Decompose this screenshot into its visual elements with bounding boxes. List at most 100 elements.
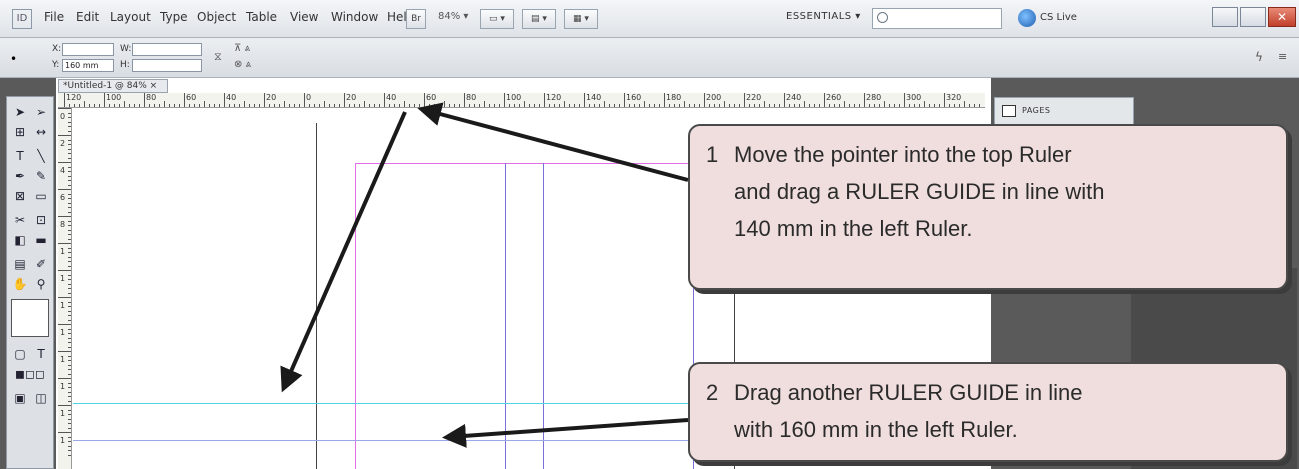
- scale-y-icon[interactable]: ⊗ ⩓: [234, 59, 251, 70]
- cs-live-icon[interactable]: [1018, 9, 1036, 27]
- top-ruler-tick-mark: [279, 104, 280, 107]
- top-ruler[interactable]: 120 100 80 60 40 20 0 20 40 60 80 100 120 140 160 180 20…: [58, 93, 985, 108]
- search-input[interactable]: [872, 8, 1002, 29]
- note-tool-icon[interactable]: ▤: [10, 255, 30, 273]
- scale-x-icon[interactable]: ⊼ ⩓: [234, 43, 250, 54]
- y-field[interactable]: 160 mm: [62, 59, 114, 72]
- document-tab[interactable]: *Untitled-1 @ 84% ×: [58, 79, 168, 93]
- left-ruler[interactable]: 0 2 4 6 8 1 1 1 1 1 1 1 1: [58, 108, 72, 469]
- close-icon: ✕: [1276, 10, 1288, 24]
- bridge-button[interactable]: Br: [406, 9, 426, 29]
- line-tool-icon[interactable]: ╲: [31, 147, 51, 165]
- workspace-switcher[interactable]: ESSENTIALS ▾: [786, 11, 861, 22]
- left-ruler-tick-mark: [68, 288, 71, 289]
- top-ruler-tick-mark: [459, 104, 460, 107]
- eyedropper-tool-icon[interactable]: ✐: [31, 255, 51, 273]
- arrange-documents-button[interactable]: ▦ ▾: [564, 9, 598, 29]
- left-ruler-tick-mark: [68, 310, 71, 312]
- left-ruler-tick-mark: [68, 346, 71, 348]
- preview-view-icon[interactable]: ◫: [31, 389, 51, 407]
- top-ruler-tick-mark: [889, 104, 890, 107]
- left-ruler-tick-mark: [68, 315, 71, 316]
- minimize-button[interactable]: [1212, 7, 1238, 27]
- panel-menu-icon[interactable]: ≡: [1278, 50, 1287, 63]
- selection-tool-icon[interactable]: ➤: [10, 103, 30, 121]
- top-ruler-tick-label: 80: [466, 93, 477, 102]
- pencil-tool-icon[interactable]: ✎: [31, 167, 51, 185]
- callout-1-line-1: Move the pointer into the top Ruler: [734, 142, 1072, 167]
- menu-type[interactable]: Type: [160, 10, 188, 24]
- left-ruler-tick-mark: [68, 256, 71, 258]
- left-ruler-tick-mark: [68, 202, 71, 204]
- zoom-level[interactable]: 84% ▾: [438, 11, 468, 22]
- h-field[interactable]: [132, 59, 202, 72]
- menu-layout[interactable]: Layout: [110, 10, 151, 24]
- left-ruler-tick-mark: [68, 198, 71, 199]
- left-ruler-tick-mark: [58, 162, 71, 163]
- top-ruler-tick-mark: [174, 104, 175, 107]
- page-tool-icon[interactable]: ⊞: [10, 123, 30, 141]
- screen-mode-button[interactable]: ▤ ▾: [522, 9, 556, 29]
- rectangle-frame-tool-icon[interactable]: ⊠: [10, 187, 30, 205]
- left-ruler-tick-mark: [68, 400, 71, 402]
- close-button[interactable]: ✕: [1268, 7, 1296, 27]
- pages-icon: [1002, 105, 1016, 117]
- gap-tool-icon[interactable]: ↔: [31, 123, 51, 141]
- direct-selection-tool-icon[interactable]: ➢: [31, 103, 51, 121]
- top-ruler-tick-mark: [404, 101, 405, 107]
- top-ruler-tick-mark: [979, 104, 980, 107]
- top-ruler-tick-mark: [639, 104, 640, 107]
- rectangle-tool-icon[interactable]: ▭: [31, 187, 51, 205]
- top-ruler-tick-mark: [299, 104, 300, 107]
- scissors-tool-icon[interactable]: ✂: [10, 211, 30, 229]
- top-ruler-tick-label: 20: [346, 93, 357, 102]
- pen-tool-icon[interactable]: ✒: [10, 167, 30, 185]
- top-ruler-tick-mark: [804, 101, 805, 107]
- top-ruler-tick-label: 60: [426, 93, 437, 102]
- top-ruler-tick-mark: [509, 104, 510, 107]
- zoom-tool-icon[interactable]: ⚲: [31, 275, 51, 293]
- normal-view-icon[interactable]: ▣: [10, 389, 30, 407]
- cs-live-label[interactable]: CS Live: [1040, 12, 1077, 23]
- lightning-icon[interactable]: ϟ: [1255, 50, 1263, 64]
- w-field[interactable]: [132, 43, 202, 56]
- left-ruler-tick-mark: [68, 180, 71, 181]
- top-ruler-tick-mark: [334, 104, 335, 107]
- left-ruler-tick-label: 1: [60, 409, 66, 418]
- free-transform-tool-icon[interactable]: ⊡: [31, 211, 51, 229]
- fill-stroke-swatch[interactable]: [11, 299, 49, 337]
- hand-tool-icon[interactable]: ✋: [10, 275, 30, 293]
- top-ruler-tick-mark: [469, 104, 470, 107]
- top-ruler-tick-mark: [524, 101, 525, 107]
- x-field[interactable]: [62, 43, 114, 56]
- top-ruler-tick-mark: [204, 101, 205, 107]
- apply-color-icon[interactable]: ▢: [10, 345, 30, 363]
- gradient-swatch-tool-icon[interactable]: ◧: [10, 231, 30, 249]
- menu-edit[interactable]: Edit: [76, 10, 99, 24]
- page-edge-left: [316, 123, 317, 469]
- left-ruler-tick-mark: [68, 184, 71, 186]
- menu-table[interactable]: Table: [246, 10, 277, 24]
- view-options-button[interactable]: ▭ ▾: [480, 9, 514, 29]
- top-ruler-tick-mark: [714, 104, 715, 107]
- menu-object[interactable]: Object: [197, 10, 236, 24]
- left-ruler-tick-label: 1: [60, 247, 66, 256]
- left-ruler-tick-mark: [68, 423, 71, 424]
- left-ruler-tick-mark: [68, 121, 71, 123]
- gradient-feather-tool-icon[interactable]: ▬: [31, 231, 51, 249]
- maximize-button[interactable]: [1240, 7, 1266, 27]
- menu-view[interactable]: View: [290, 10, 318, 24]
- constrain-proportions-icon[interactable]: ⧖: [214, 50, 222, 64]
- type-tool-icon[interactable]: T: [10, 147, 30, 165]
- menu-file[interactable]: File: [44, 10, 64, 24]
- left-ruler-tick-mark: [58, 432, 71, 433]
- reference-point-icon[interactable]: •: [10, 52, 17, 66]
- pages-label[interactable]: PAGES: [1022, 106, 1050, 115]
- formatting-affects-text-icon[interactable]: T: [31, 345, 51, 363]
- left-ruler-tick-mark: [68, 436, 71, 438]
- menu-window[interactable]: Window: [331, 10, 378, 24]
- top-ruler-tick-mark: [339, 104, 340, 107]
- apply-none-icon[interactable]: ◼◻◻: [10, 365, 50, 383]
- top-ruler-tick-mark: [254, 104, 255, 107]
- top-ruler-tick-mark: [319, 104, 320, 107]
